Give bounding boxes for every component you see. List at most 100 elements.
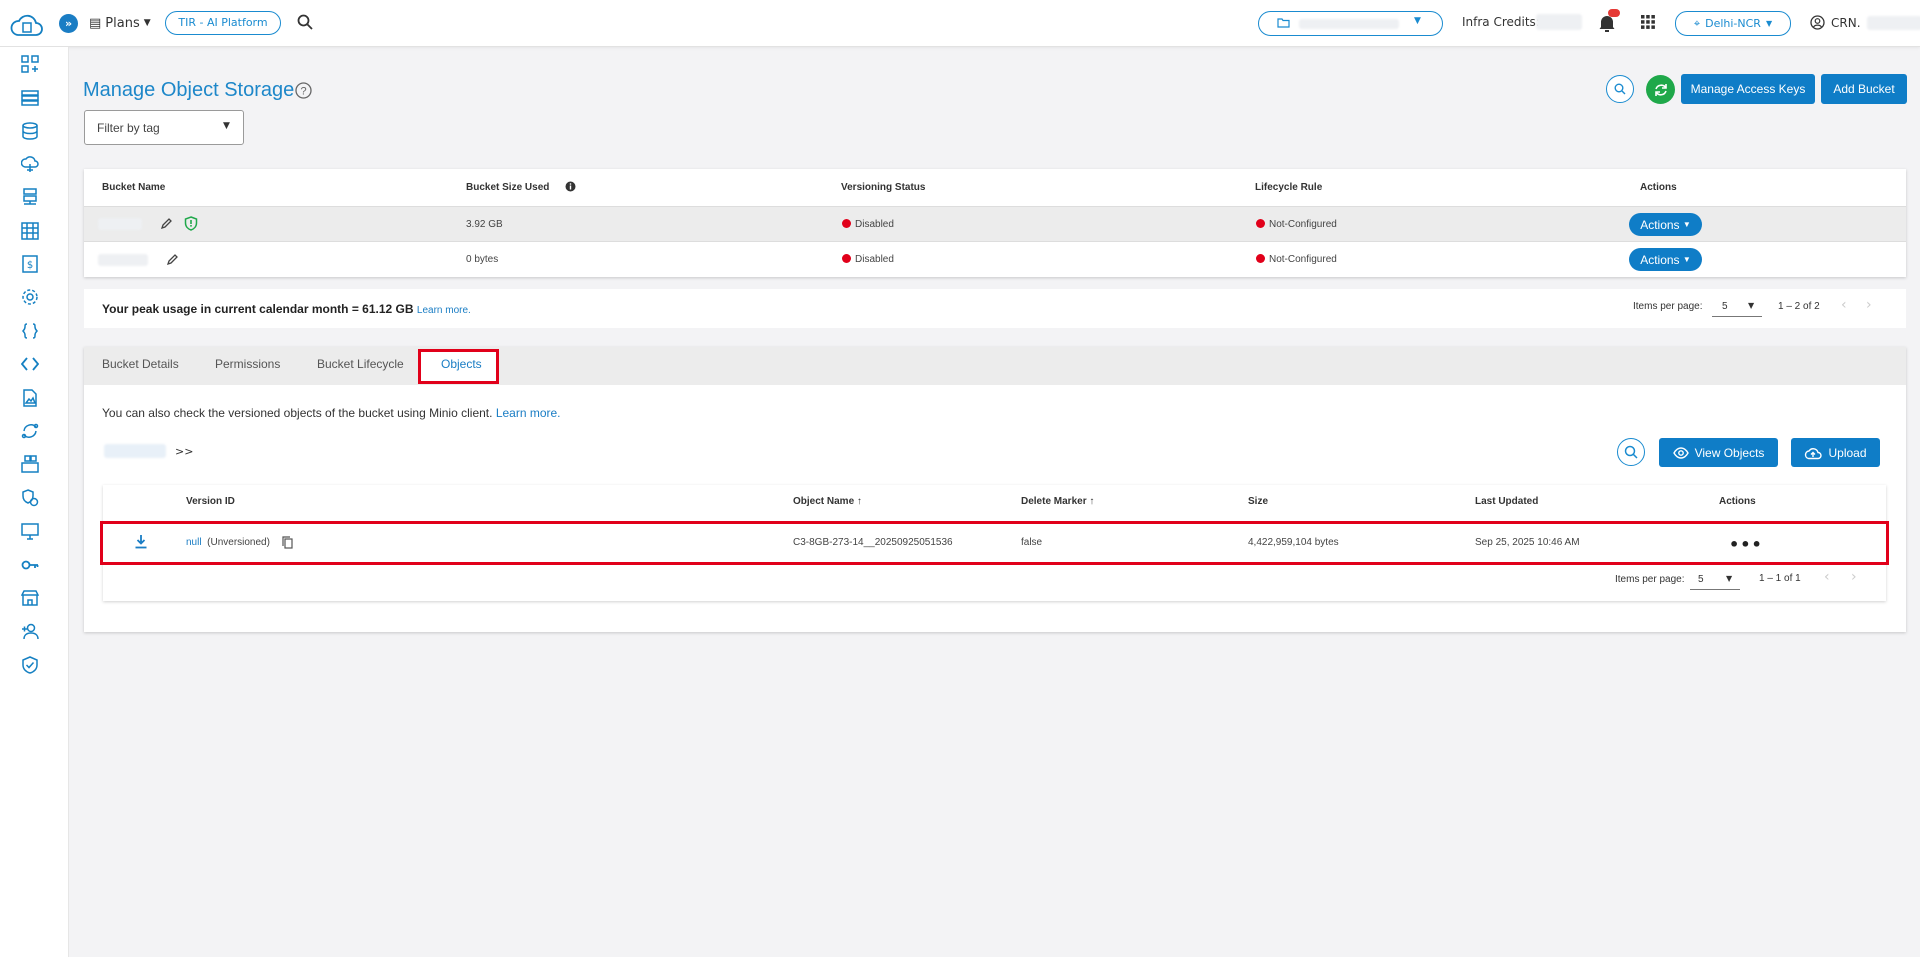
peak-usage-text: Your peak usage in current calendar mont… (102, 302, 471, 316)
bucket-actions-button[interactable]: Actions ▼ (1629, 248, 1702, 271)
search-icon (1624, 445, 1638, 459)
settings-gear-icon[interactable] (21, 288, 39, 306)
col-delete-marker[interactable]: Delete Marker ↑ (1021, 496, 1094, 507)
view-objects-button[interactable]: View Objects (1659, 438, 1778, 467)
filter-by-tag-select[interactable]: Filter by tag ▼ (84, 110, 244, 145)
col-lifecycle-rule: Lifecycle Rule (1255, 182, 1323, 193)
col-object-name[interactable]: Object Name ↑ (793, 496, 862, 507)
region-select[interactable]: ⌖ Delhi-NCR ▼ (1675, 11, 1791, 36)
edit-icon[interactable] (166, 253, 179, 269)
network-icon[interactable] (21, 188, 39, 206)
billing-icon[interactable]: $ (21, 255, 39, 273)
search-buckets-button[interactable] (1606, 75, 1634, 103)
table-row[interactable]: 0 bytes Disabled Not-Configured Actions … (84, 241, 1906, 277)
tab-bucket-lifecycle[interactable]: Bucket Lifecycle (317, 357, 404, 371)
location-pin-icon: ⌖ (1693, 16, 1701, 30)
prev-page-icon[interactable]: ‹ (1841, 297, 1847, 313)
dashboard-add-icon[interactable] (21, 55, 39, 73)
notification-badge (1608, 9, 1620, 17)
region-label: Delhi-NCR (1705, 16, 1761, 30)
expand-sidebar-button[interactable]: » (59, 14, 78, 33)
edit-icon[interactable] (160, 217, 173, 233)
sync-icon[interactable] (21, 422, 39, 440)
code-icon[interactable] (21, 355, 39, 373)
sort-arrow-icon: ↑ (1089, 496, 1095, 507)
folder-icon (1277, 17, 1290, 31)
breadcrumb-bucket[interactable] (104, 444, 166, 458)
container-icon[interactable] (21, 455, 39, 473)
col-bucket-size: Bucket Size Used (466, 182, 550, 193)
manage-access-keys-button[interactable]: Manage Access Keys (1681, 74, 1815, 104)
next-page-icon[interactable]: › (1866, 297, 1872, 313)
status-dot (1256, 219, 1265, 228)
refresh-button[interactable] (1646, 75, 1675, 104)
learn-more-link[interactable]: Learn more. (496, 406, 561, 420)
key-icon[interactable] (21, 556, 39, 574)
top-bar: » ▤ Plans ▼ TIR - AI Platform ▼ Infra Cr… (0, 0, 1920, 47)
prev-page-icon[interactable]: ‹ (1824, 569, 1830, 585)
document-icon: ▤ (89, 15, 102, 31)
plans-menu[interactable]: ▤ Plans ▼ (89, 13, 151, 33)
search-icon[interactable] (297, 14, 313, 33)
next-page-icon[interactable]: › (1851, 569, 1857, 585)
lifecycle-rule: Not-Configured (1256, 219, 1337, 230)
versioning-status: Disabled (842, 219, 894, 230)
shield-icon (184, 216, 198, 234)
caret-down-icon: ▼ (143, 18, 151, 28)
server-icon[interactable] (21, 89, 39, 107)
items-per-page-label: Items per page: (1633, 301, 1703, 312)
add-user-icon[interactable] (21, 622, 39, 640)
col-size: Size (1248, 496, 1269, 507)
user-icon (1810, 15, 1825, 30)
storefront-icon[interactable] (21, 589, 39, 607)
lifecycle-rule: Not-Configured (1256, 254, 1337, 265)
items-per-page-select[interactable]: 5 ▼ (1690, 568, 1740, 590)
items-per-page-label: Items per page: (1615, 574, 1685, 585)
caret-down-icon: ▼ (1414, 16, 1421, 26)
shield-check-icon[interactable] (21, 656, 39, 674)
table-row[interactable]: 3.92 GB Disabled Not-Configured Actions … (84, 206, 1906, 241)
search-objects-button[interactable] (1617, 438, 1645, 466)
col-last-updated: Last Updated (1475, 496, 1539, 507)
bucket-size: 3.92 GB (466, 219, 503, 230)
monitor-icon[interactable] (21, 522, 39, 540)
account-id (1866, 15, 1920, 30)
info-icon[interactable] (565, 181, 576, 195)
account-menu[interactable]: CRN. (1810, 15, 1920, 30)
eye-icon (1672, 446, 1689, 459)
help-icon[interactable]: ? (295, 82, 312, 102)
breadcrumb-separator: >> (175, 445, 194, 458)
tab-bucket-details[interactable]: Bucket Details (102, 357, 179, 371)
cloud-logo-icon[interactable] (9, 10, 45, 40)
security-settings-icon[interactable] (21, 489, 39, 507)
bell-icon[interactable] (1598, 9, 1620, 36)
project-select[interactable]: ▼ (1258, 11, 1443, 36)
page-title: Manage Object Storage (83, 79, 295, 101)
usage-bar: Your peak usage in current calendar mont… (84, 289, 1906, 328)
table-icon[interactable] (21, 222, 39, 240)
caret-down-icon: ▼ (1765, 18, 1773, 28)
highlight-box (100, 521, 1889, 565)
add-bucket-button[interactable]: Add Bucket (1821, 74, 1907, 104)
bucket-actions-button[interactable]: Actions ▼ (1629, 213, 1702, 236)
database-icon[interactable] (21, 122, 39, 140)
cloud-upload-icon (1805, 447, 1823, 459)
items-per-page-select[interactable]: 5 ▼ (1712, 295, 1762, 317)
braces-icon[interactable] (21, 322, 39, 340)
buckets-table: Bucket Name Bucket Size Used Versioning … (84, 169, 1906, 277)
upload-button[interactable]: Upload (1791, 438, 1880, 467)
learn-more-link[interactable]: Learn more. (417, 305, 471, 316)
versioning-status: Disabled (842, 254, 894, 265)
svg-text:?: ? (300, 86, 306, 98)
infra-credits-label: Infra Credits: (1462, 15, 1540, 29)
pagination-range: 1 – 1 of 1 (1759, 573, 1801, 584)
versioned-info-text: You can also check the versioned objects… (102, 406, 561, 420)
cloud-upload-icon[interactable] (21, 155, 39, 173)
tab-permissions[interactable]: Permissions (215, 357, 280, 371)
platform-button[interactable]: TIR - AI Platform (165, 11, 281, 35)
apps-grid-icon[interactable] (1641, 15, 1655, 32)
col-bucket-name: Bucket Name (102, 182, 166, 193)
image-file-icon[interactable] (21, 389, 39, 407)
bucket-name (98, 218, 142, 230)
col-versioning-status: Versioning Status (841, 182, 926, 193)
